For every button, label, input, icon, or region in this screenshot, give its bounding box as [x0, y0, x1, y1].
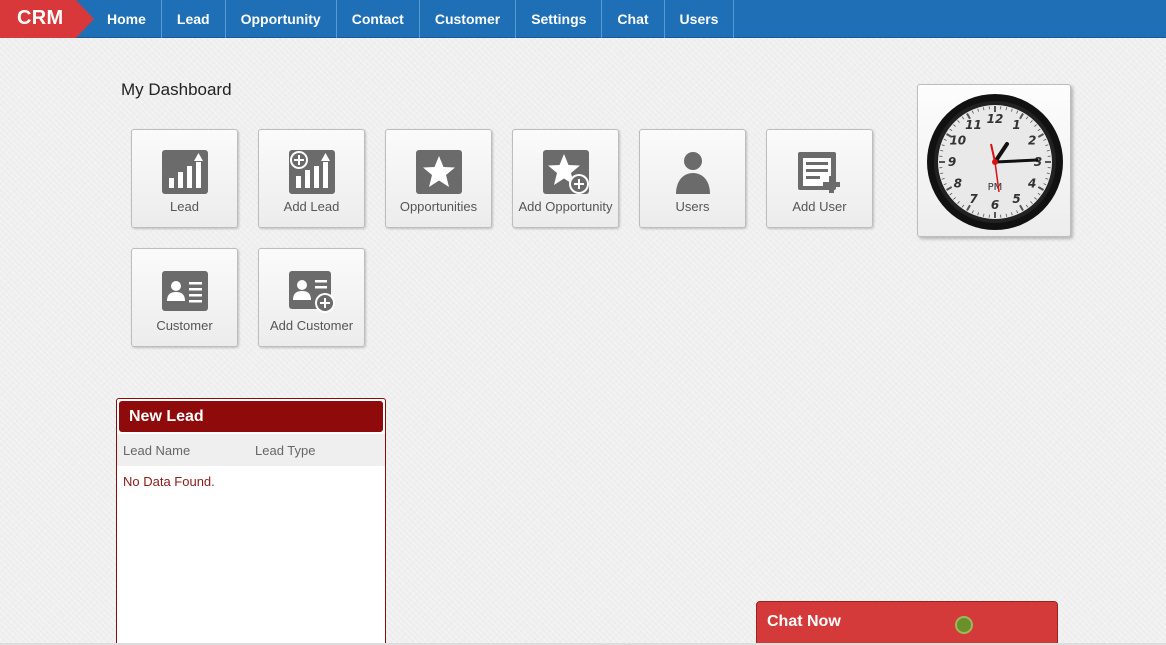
clock-numeral: 5: [1012, 192, 1020, 206]
table-header: Lead Name Lead Type: [117, 434, 385, 466]
clock-period: PM: [988, 182, 1003, 193]
tile-customer[interactable]: Customer: [131, 248, 238, 347]
user-icon: [676, 152, 710, 194]
clock-numeral: 6: [991, 198, 999, 212]
main-nav: Home Lead Opportunity Contact Customer S…: [92, 0, 735, 38]
clock-numeral: 11: [965, 118, 982, 132]
page-title: My Dashboard: [121, 80, 232, 99]
clock-numeral: 9: [948, 155, 956, 169]
clock-numeral: 3: [1034, 155, 1042, 169]
clock-numeral: 2: [1028, 134, 1036, 148]
panel-title: New Lead: [119, 401, 383, 432]
lead-chart-icon: [162, 150, 208, 194]
tile-label: Add User: [792, 199, 847, 214]
clock-numeral: 7: [969, 192, 978, 206]
nav-contact[interactable]: Contact: [337, 0, 420, 38]
add-id-card-icon: [289, 271, 335, 313]
tile-opportunities[interactable]: Opportunities: [385, 129, 492, 228]
clock-numeral: 8: [954, 177, 962, 191]
tile-label: Customer: [156, 318, 213, 333]
clock-numeral: 1: [1012, 118, 1020, 132]
column-lead-type: Lead Type: [255, 442, 316, 458]
tile-add-user[interactable]: Add User: [766, 129, 873, 228]
clock-widget: 12 1 2 3 4 5 6 7 8 9 10 11 PM: [917, 84, 1071, 237]
nav-chat[interactable]: Chat: [602, 0, 665, 38]
clock-numeral: 4: [1027, 177, 1036, 191]
nav-customer[interactable]: Customer: [420, 0, 517, 38]
tile-add-lead[interactable]: Add Lead: [258, 129, 365, 228]
nav-users[interactable]: Users: [665, 0, 735, 38]
tile-label: Add Lead: [283, 199, 340, 214]
brand-logo[interactable]: CRM: [0, 0, 94, 38]
online-status-icon: [955, 616, 973, 634]
new-lead-panel: New Lead Lead Name Lead Type No Data Fou…: [116, 398, 386, 645]
add-star-icon: [543, 150, 589, 194]
tile-label: Users: [675, 199, 710, 214]
chat-label: Chat Now: [767, 613, 841, 630]
clock-center: [992, 159, 998, 165]
tile-add-customer[interactable]: Add Customer: [258, 248, 365, 347]
tile-label: Add Opportunity: [518, 199, 613, 214]
tile-label: Opportunities: [399, 199, 478, 214]
minute-hand: [993, 158, 1039, 164]
star-icon: [416, 150, 462, 194]
clock-numeral: 12: [987, 112, 1004, 126]
nav-opportunity[interactable]: Opportunity: [226, 0, 337, 38]
chat-now-bar[interactable]: Chat Now: [756, 601, 1058, 645]
tile-add-opportunity[interactable]: Add Opportunity: [512, 129, 619, 228]
analog-clock: 12 1 2 3 4 5 6 7 8 9 10 11 PM: [927, 94, 1063, 230]
column-lead-name: Lead Name: [123, 442, 191, 458]
tile-lead[interactable]: Lead: [131, 129, 238, 228]
tile-label: Lead: [170, 199, 199, 214]
id-card-icon: [162, 271, 208, 311]
add-lead-icon: [289, 150, 335, 194]
nav-home[interactable]: Home: [92, 0, 162, 38]
clock-numeral: 10: [949, 134, 966, 148]
nav-lead[interactable]: Lead: [162, 0, 226, 38]
empty-message: No Data Found.: [123, 474, 215, 489]
top-navbar: CRM Home Lead Opportunity Contact Custom…: [0, 0, 1166, 38]
nav-settings[interactable]: Settings: [516, 0, 603, 38]
tile-users[interactable]: Users: [639, 129, 746, 228]
tile-label: Add Customer: [269, 318, 354, 333]
add-user-icon: [798, 152, 840, 193]
